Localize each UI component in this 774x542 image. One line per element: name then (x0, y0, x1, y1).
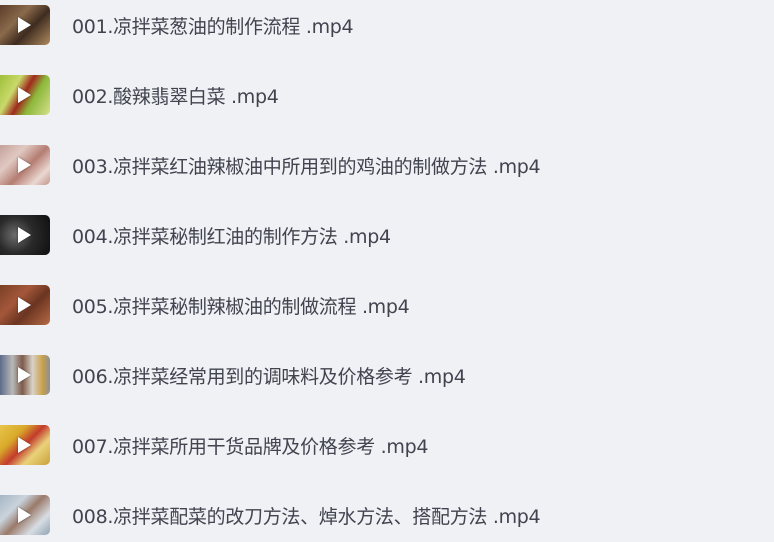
video-file-name[interactable]: 003.凉拌菜红油辣椒油中所用到的鸡油的制做方法 .mp4 (72, 152, 541, 179)
video-file-name[interactable]: 002.酸辣翡翠白菜 .mp4 (72, 82, 279, 109)
play-icon (18, 437, 31, 453)
video-file-row[interactable]: 005.凉拌菜秘制辣椒油的制做流程 .mp4 (0, 270, 774, 340)
video-file-name[interactable]: 005.凉拌菜秘制辣椒油的制做流程 .mp4 (72, 292, 410, 319)
video-file-name[interactable]: 006.凉拌菜经常用到的调味料及价格参考 .mp4 (72, 362, 466, 389)
video-thumbnail[interactable] (0, 145, 50, 185)
video-file-row[interactable]: 008.凉拌菜配菜的改刀方法、焯水方法、搭配方法 .mp4 (0, 480, 774, 542)
play-icon (18, 157, 31, 173)
video-file-list: 001.凉拌菜葱油的制作流程 .mp4 002.酸辣翡翠白菜 .mp4 003.… (0, 0, 774, 542)
video-thumbnail[interactable] (0, 5, 50, 45)
video-thumbnail[interactable] (0, 75, 50, 115)
play-icon (18, 297, 31, 313)
play-icon (18, 367, 31, 383)
video-thumbnail[interactable] (0, 355, 50, 395)
video-thumbnail[interactable] (0, 285, 50, 325)
play-icon (18, 17, 31, 33)
video-file-row[interactable]: 003.凉拌菜红油辣椒油中所用到的鸡油的制做方法 .mp4 (0, 130, 774, 200)
video-thumbnail[interactable] (0, 215, 50, 255)
play-icon (18, 227, 31, 243)
video-file-name[interactable]: 004.凉拌菜秘制红油的制作方法 .mp4 (72, 222, 391, 249)
video-file-row[interactable]: 002.酸辣翡翠白菜 .mp4 (0, 60, 774, 130)
video-file-row[interactable]: 001.凉拌菜葱油的制作流程 .mp4 (0, 0, 774, 60)
play-icon (18, 507, 31, 523)
video-file-row[interactable]: 007.凉拌菜所用干货品牌及价格参考 .mp4 (0, 410, 774, 480)
video-thumbnail[interactable] (0, 425, 50, 465)
video-thumbnail[interactable] (0, 495, 50, 535)
video-file-name[interactable]: 008.凉拌菜配菜的改刀方法、焯水方法、搭配方法 .mp4 (72, 502, 541, 529)
video-file-row[interactable]: 006.凉拌菜经常用到的调味料及价格参考 .mp4 (0, 340, 774, 410)
video-file-name[interactable]: 001.凉拌菜葱油的制作流程 .mp4 (72, 12, 354, 39)
play-icon (18, 87, 31, 103)
video-file-name[interactable]: 007.凉拌菜所用干货品牌及价格参考 .mp4 (72, 432, 428, 459)
video-file-row[interactable]: 004.凉拌菜秘制红油的制作方法 .mp4 (0, 200, 774, 270)
